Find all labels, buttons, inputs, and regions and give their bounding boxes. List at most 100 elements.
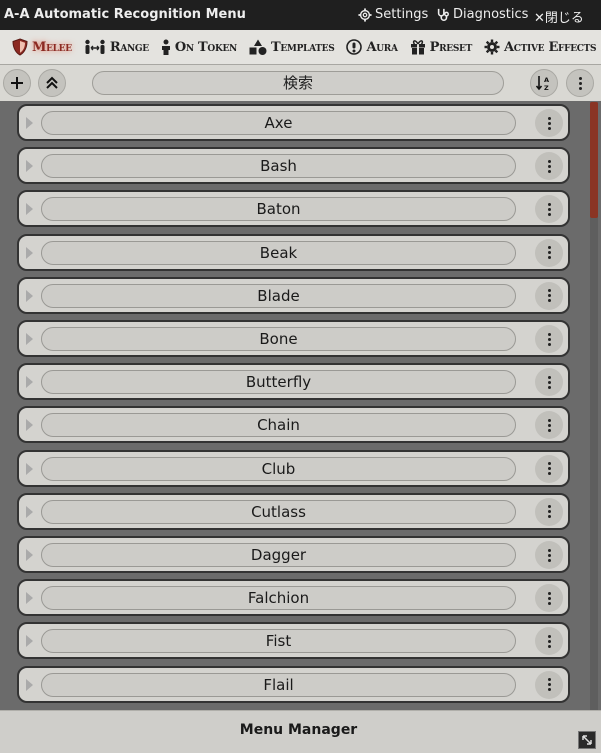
list-item[interactable]: Axe xyxy=(17,104,570,141)
entry-menu-button[interactable] xyxy=(535,541,563,569)
tab-range[interactable]: Range xyxy=(78,30,155,64)
list-item[interactable]: Club xyxy=(17,449,570,487)
list-item[interactable]: Baton xyxy=(17,190,570,228)
expand-caret-icon[interactable] xyxy=(26,505,33,518)
tab-label: Preset xyxy=(429,39,473,55)
entry-menu-button[interactable] xyxy=(535,411,563,440)
tab-aura[interactable]: Aura xyxy=(340,30,403,64)
aa-menu-window: A-A Automatic Recognition Menu Settings … xyxy=(0,0,601,753)
entry-name: Butterfly xyxy=(41,370,516,395)
list-item[interactable]: Chain xyxy=(17,406,570,444)
shapes-icon xyxy=(249,39,267,55)
entry-name: Bash xyxy=(41,154,516,179)
entry-menu-button[interactable] xyxy=(535,368,563,397)
settings-label: Settings xyxy=(375,7,429,22)
close-label: ✕閉じる xyxy=(534,11,584,26)
expand-caret-icon[interactable] xyxy=(26,117,33,129)
expand-caret-icon[interactable] xyxy=(26,333,33,345)
list-item[interactable]: Dagger xyxy=(17,536,570,573)
vertical-dots-icon xyxy=(547,678,551,692)
tab-templates[interactable]: Templates xyxy=(243,30,340,64)
sort-alpha-icon: AZ xyxy=(536,76,549,91)
entry-menu-button[interactable] xyxy=(535,584,563,613)
vertical-dots-icon xyxy=(547,505,551,519)
svg-text:Z: Z xyxy=(544,84,549,91)
entry-name: Dagger xyxy=(41,543,516,567)
collapse-all-button[interactable] xyxy=(38,69,66,97)
expand-caret-icon[interactable] xyxy=(26,203,33,216)
settings-button[interactable]: Settings xyxy=(358,7,428,22)
window-titlebar[interactable]: A-A Automatic Recognition Menu Settings … xyxy=(0,0,601,30)
diagnostics-button[interactable]: Diagnostics xyxy=(436,7,528,22)
tab-label: Aura xyxy=(366,39,398,55)
add-button[interactable] xyxy=(3,69,31,97)
entry-name: Flail xyxy=(41,672,516,697)
expand-caret-icon[interactable] xyxy=(26,592,33,605)
entry-menu-button[interactable] xyxy=(535,152,563,181)
list-item[interactable]: Falchion xyxy=(17,579,570,617)
entry-name: Falchion xyxy=(41,586,516,611)
entry-menu-button[interactable] xyxy=(535,281,563,310)
entry-name: Baton xyxy=(41,197,516,222)
entry-menu-button[interactable] xyxy=(535,497,563,526)
tab-active-effects[interactable]: Active Effects xyxy=(478,30,601,64)
expand-caret-icon[interactable] xyxy=(26,246,33,259)
list-item[interactable]: Bone xyxy=(17,320,570,357)
list-item[interactable]: Butterfly xyxy=(17,363,570,401)
tab-label: On Token xyxy=(174,39,237,55)
tab-label: Melee xyxy=(32,39,72,55)
vertical-dots-icon xyxy=(547,634,551,648)
tab-label: Templates xyxy=(270,39,335,55)
entry-name: Beak xyxy=(41,240,516,265)
scrollbar-thumb[interactable] xyxy=(590,102,598,218)
tab-preset[interactable]: Preset xyxy=(404,30,478,64)
entry-menu-button[interactable] xyxy=(535,670,563,699)
list-item[interactable]: Blade xyxy=(17,276,570,314)
menu-manager-button[interactable]: Menu Manager xyxy=(0,722,597,738)
expand-caret-icon[interactable] xyxy=(26,549,33,561)
entry-name: Bone xyxy=(41,327,516,351)
vertical-dots-icon xyxy=(578,76,582,90)
svg-text:A: A xyxy=(544,76,549,84)
list-toolbar: AZ xyxy=(0,65,601,101)
expand-caret-icon[interactable] xyxy=(26,419,33,432)
list-item[interactable]: Fist xyxy=(17,622,570,660)
search-input[interactable] xyxy=(92,71,504,95)
tab-on-token[interactable]: On Token xyxy=(155,30,243,64)
entry-name: Fist xyxy=(41,629,516,654)
options-menu-button[interactable] xyxy=(566,69,594,97)
vertical-dots-icon xyxy=(547,332,551,346)
vertical-dots-icon xyxy=(547,548,551,562)
expand-caret-icon[interactable] xyxy=(26,160,33,173)
expand-caret-icon[interactable] xyxy=(26,678,33,691)
entry-menu-button[interactable] xyxy=(535,238,563,267)
expand-caret-icon[interactable] xyxy=(26,289,33,302)
entry-menu-button[interactable] xyxy=(535,454,563,483)
vertical-dots-icon xyxy=(547,116,551,130)
list-item[interactable]: Bash xyxy=(17,147,570,185)
list-item[interactable]: Flail xyxy=(17,665,570,703)
entry-name: Club xyxy=(41,456,516,481)
entry-menu-button[interactable] xyxy=(535,109,563,137)
expand-caret-icon[interactable] xyxy=(26,376,33,389)
resize-icon xyxy=(582,735,592,745)
sort-button[interactable]: AZ xyxy=(530,69,558,97)
expand-caret-icon[interactable] xyxy=(26,635,33,648)
person-icon xyxy=(161,39,170,55)
tab-melee[interactable]: Melee xyxy=(0,30,78,64)
gift-icon xyxy=(410,40,425,55)
resize-handle[interactable] xyxy=(578,731,596,749)
vertical-dots-icon xyxy=(547,375,551,389)
list-item[interactable]: Beak xyxy=(17,233,570,271)
entry-menu-button[interactable] xyxy=(535,627,563,656)
close-button[interactable]: ✕閉じる xyxy=(534,7,584,26)
entry-menu-button[interactable] xyxy=(535,195,563,224)
gear-icon xyxy=(358,7,372,22)
entry-name: Chain xyxy=(41,413,516,438)
entry-name: Cutlass xyxy=(41,499,516,524)
vertical-dots-icon xyxy=(547,462,551,476)
expand-caret-icon[interactable] xyxy=(26,462,33,475)
list-item[interactable]: Cutlass xyxy=(17,492,570,530)
stethoscope-icon xyxy=(437,8,449,21)
entry-menu-button[interactable] xyxy=(535,325,563,353)
